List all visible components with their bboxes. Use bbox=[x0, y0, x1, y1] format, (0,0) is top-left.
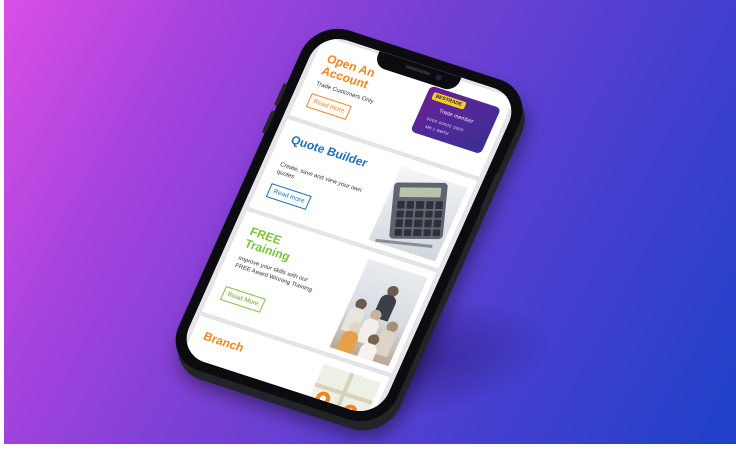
training-room-photo bbox=[329, 258, 428, 367]
front-camera bbox=[434, 73, 443, 82]
speaker-grille bbox=[404, 64, 431, 76]
promo-background: Open An Account Trade Customers Only Rea… bbox=[4, 0, 736, 444]
trade-card-logo: BESTRADE bbox=[431, 91, 467, 110]
read-more-button[interactable]: Read more bbox=[265, 183, 312, 210]
read-more-button[interactable]: Read More bbox=[219, 285, 267, 313]
map-pin-icon bbox=[313, 389, 333, 408]
trade-member-card-image: BESTRADE Trade member 0000 00000 0000 MR… bbox=[410, 85, 502, 155]
volume-down-button bbox=[261, 110, 276, 134]
pen-icon bbox=[375, 238, 433, 248]
map-pin-icon bbox=[340, 402, 360, 419]
card-title: Quote Builder bbox=[288, 132, 370, 170]
calculator-icon bbox=[388, 182, 449, 240]
card-title: Branch bbox=[201, 329, 247, 355]
volume-up-button bbox=[273, 82, 288, 107]
calculator-photo bbox=[368, 166, 468, 262]
